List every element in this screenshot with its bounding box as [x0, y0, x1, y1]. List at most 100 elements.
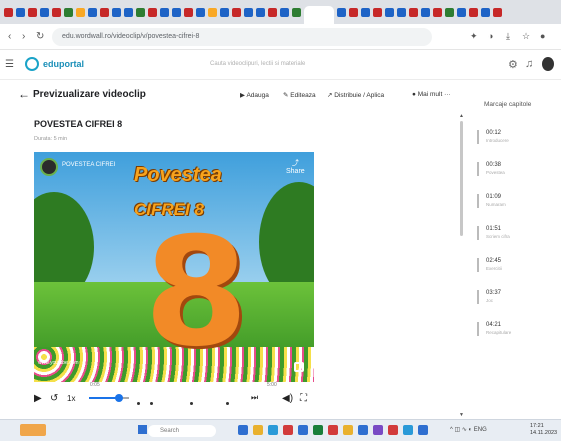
browser-tab-favicon[interactable] — [148, 7, 157, 17]
browser-tab-favicon[interactable] — [76, 7, 85, 17]
browser-tab-favicon[interactable] — [256, 7, 265, 17]
browser-tab-favicon[interactable] — [361, 7, 370, 17]
chapter-item[interactable]: 01:51 Scriem cifra — [486, 226, 510, 239]
taskbar-search[interactable]: Search — [148, 425, 216, 437]
play-icon[interactable]: ▶ — [34, 393, 42, 404]
fullscreen-icon[interactable]: ⛶ — [300, 393, 307, 404]
browser-tab-favicon[interactable] — [481, 7, 490, 17]
browser-tab-favicon[interactable] — [433, 7, 442, 17]
url-input[interactable]: edu.wordwall.ro/videoclip/v/povestea-cif… — [52, 28, 432, 46]
browser-tab-favicon[interactable] — [349, 7, 358, 17]
settings-icon[interactable]: ⚙ — [508, 58, 518, 71]
browser-tab-favicon[interactable] — [136, 7, 145, 17]
header-search[interactable]: Cauta videoclipuri, lectii si materiale — [210, 61, 305, 67]
star-icon[interactable]: ☆ — [522, 31, 530, 42]
back-arrow-icon[interactable]: ← — [18, 87, 30, 101]
taskbar-app-icon[interactable] — [253, 425, 263, 435]
browser-tab-favicon[interactable] — [268, 7, 277, 17]
chapter-item[interactable]: 00:38 Povestea — [486, 162, 505, 175]
taskbar-app-icon[interactable] — [418, 425, 428, 435]
browser-tab-favicon[interactable] — [457, 7, 466, 17]
channel-avatar[interactable] — [40, 158, 58, 176]
browser-tab-favicon[interactable] — [409, 7, 418, 17]
taskbar-app-icon[interactable] — [283, 425, 293, 435]
browser-tab-favicon[interactable] — [220, 7, 229, 17]
chapter-dot[interactable] — [226, 402, 229, 405]
extension-icon[interactable]: ✦ — [470, 31, 478, 42]
more-button[interactable]: ● Mai mult ··· — [412, 91, 451, 98]
logo-icon[interactable] — [25, 57, 39, 71]
start-icon[interactable] — [138, 425, 147, 434]
browser-tab-favicon[interactable] — [208, 7, 217, 17]
browser-tab-favicon[interactable] — [292, 7, 301, 17]
browser-tab-favicon[interactable] — [52, 7, 61, 17]
browser-tab-favicon[interactable] — [160, 7, 169, 17]
add-to-playlist-button[interactable]: ▶ Adauga — [240, 91, 269, 99]
browser-tab-favicon[interactable] — [172, 7, 181, 17]
browser-tab-favicon[interactable] — [124, 7, 133, 17]
taskbar-app-icon[interactable] — [403, 425, 413, 435]
taskbar-app-icon[interactable] — [298, 425, 308, 435]
system-tray[interactable]: ^ ◫ ∿ ◐ ENG — [450, 426, 487, 433]
scrollbar[interactable] — [460, 121, 463, 236]
browser-tab-favicon[interactable] — [397, 7, 406, 17]
browser-tab-favicon[interactable] — [337, 7, 346, 17]
notifications-icon[interactable]: ♫ — [525, 58, 533, 70]
browser-tab-favicon[interactable] — [28, 7, 37, 17]
scroll-up-icon[interactable]: ▲ — [459, 113, 464, 119]
browser-tab-favicon[interactable] — [64, 7, 73, 17]
taskbar-app-icon[interactable] — [373, 425, 383, 435]
share-button[interactable]: ↗ Distribuie / Aplica — [327, 91, 384, 99]
browser-tab-favicon[interactable] — [184, 7, 193, 17]
chapter-item[interactable]: 03:37 Joc — [486, 290, 501, 303]
browser-tab-favicon[interactable] — [232, 7, 241, 17]
browser-tab-favicon[interactable] — [280, 7, 289, 17]
chapter-item[interactable]: 02:45 Exercitii — [486, 258, 502, 271]
browser-tab-favicon[interactable] — [196, 7, 205, 17]
chapter-item[interactable]: 01:09 Numaram — [486, 194, 506, 207]
volume-icon[interactable]: ◀) — [282, 393, 293, 404]
skip-icon[interactable]: ⏭ — [251, 393, 258, 403]
clock[interactable]: 17:21 14.11.2023 — [530, 423, 557, 437]
replay-icon[interactable]: ↺ — [50, 393, 58, 404]
taskbar-app-icon[interactable] — [313, 425, 323, 435]
brand-name[interactable]: eduportal — [43, 59, 84, 69]
browser-tab-favicon[interactable] — [88, 7, 97, 17]
video-share-button[interactable]: ⤴ Share — [286, 158, 305, 175]
speed-button[interactable]: 1x — [67, 394, 75, 403]
browser-tab-favicon[interactable] — [421, 7, 430, 17]
browser-tab-favicon[interactable] — [493, 7, 502, 17]
progress-bar[interactable] — [89, 394, 129, 402]
chapter-dot[interactable] — [137, 402, 140, 405]
browser-tab-favicon[interactable] — [40, 7, 49, 17]
download-icon[interactable]: ⤓ — [506, 31, 510, 42]
chapter-item[interactable]: 00:12 Introducere — [486, 130, 509, 143]
browser-tab-favicon[interactable] — [469, 7, 478, 17]
taskbar-app-icon[interactable] — [343, 425, 353, 435]
browser-tab-favicon[interactable] — [16, 7, 25, 17]
forward-icon[interactable]: › — [22, 31, 25, 42]
chapter-dot[interactable] — [150, 402, 153, 405]
browser-tab-favicon[interactable] — [112, 7, 121, 17]
browser-tab-favicon[interactable] — [385, 7, 394, 17]
video-player[interactable]: POVESTEA CIFREI ⤴ Share Povestea CIFREI 8… — [34, 152, 314, 382]
taskbar-app-icon[interactable] — [388, 425, 398, 435]
edit-button[interactable]: ✎ Editeaza — [283, 91, 316, 99]
taskbar-app-icon[interactable] — [358, 425, 368, 435]
user-icon[interactable] — [542, 57, 554, 71]
browser-tab-favicon[interactable] — [445, 7, 454, 17]
taskbar-app-icon[interactable] — [328, 425, 338, 435]
menu-icon[interactable]: ☰ — [5, 59, 14, 70]
back-icon[interactable]: ‹ — [8, 31, 11, 42]
reload-icon[interactable]: ↻ — [36, 31, 44, 42]
account-icon[interactable]: ● — [540, 31, 545, 41]
progress-knob[interactable] — [115, 394, 123, 402]
browser-tab-favicon[interactable] — [100, 7, 109, 17]
browser-tab-favicon[interactable] — [244, 7, 253, 17]
chapter-dot[interactable] — [190, 402, 193, 405]
profile-icon[interactable]: ◑ — [488, 31, 493, 41]
scroll-down-icon[interactable]: ▼ — [459, 412, 464, 418]
taskbar-app-icon[interactable] — [268, 425, 278, 435]
browser-tab-favicon[interactable] — [4, 7, 13, 17]
browser-tab-favicon[interactable] — [373, 7, 382, 17]
